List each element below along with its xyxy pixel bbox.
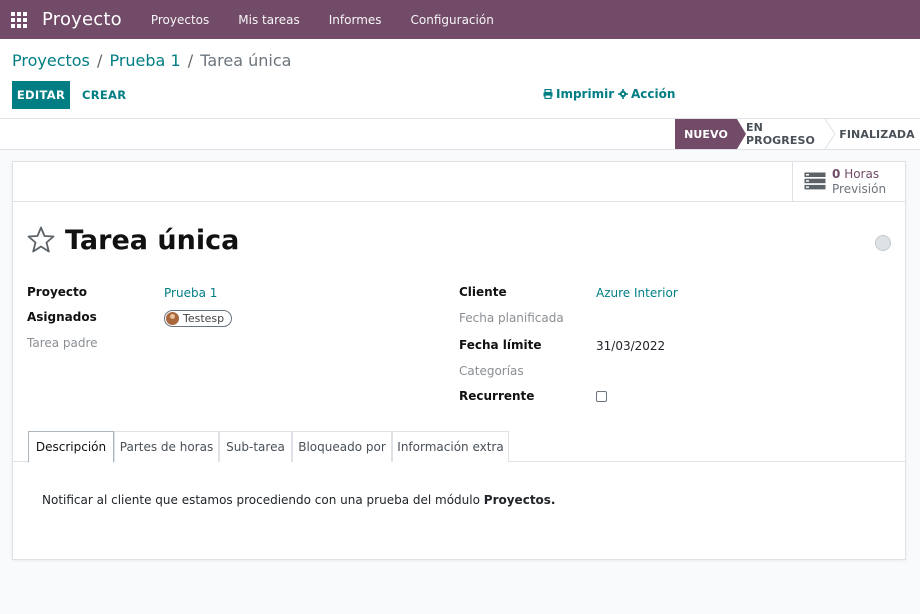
action-label: Acción [631, 87, 676, 101]
stage-arrow [737, 119, 746, 149]
customer-label: Cliente [459, 285, 507, 299]
stage-en-progreso[interactable]: EN PROGRESO [746, 119, 824, 149]
edit-button[interactable]: EDITAR [12, 81, 70, 109]
deadline-label: Fecha límite [459, 338, 542, 352]
app-brand[interactable]: Proyecto [42, 9, 122, 30]
description-text: Notificar al cliente que estamos procedi… [42, 493, 480, 507]
breadcrumb: Proyectos / Prueba 1 / Tarea única [12, 51, 291, 70]
tab-informacion-extra[interactable]: Información extra [392, 431, 509, 462]
recurrent-label: Recurrente [459, 389, 535, 403]
planned-hours-unit: Horas [844, 167, 880, 181]
breadcrumb-prueba-1[interactable]: Prueba 1 [109, 51, 180, 70]
stage-nuevo[interactable]: NUEVO [675, 119, 737, 149]
tab-bloqueado-por[interactable]: Bloqueado por [292, 431, 392, 462]
assignee-tag-label: Testesp [183, 312, 225, 325]
print-icon [543, 89, 553, 99]
breadcrumb-separator: / [96, 51, 103, 70]
recurrent-checkbox[interactable] [596, 391, 607, 402]
button-box: 0 Horas Previsión [13, 162, 905, 202]
print-button[interactable]: Imprimir [543, 87, 614, 101]
action-button[interactable]: Acción [618, 87, 675, 101]
form-sheet: 0 Horas Previsión Tarea única Proyecto P… [12, 161, 906, 560]
print-label: Imprimir [556, 87, 615, 101]
server-icon [804, 172, 826, 193]
menu-configuracion[interactable]: Configuración [411, 13, 494, 27]
project-field[interactable]: Prueba 1 [164, 286, 217, 300]
planned-hours-button[interactable]: 0 Horas Previsión [792, 162, 905, 202]
task-title[interactable]: Tarea única [65, 225, 239, 256]
stage-chevron-icon [824, 119, 836, 149]
apps-menu-icon[interactable] [0, 0, 38, 39]
project-label: Proyecto [27, 285, 88, 299]
assignees-label: Asignados [27, 310, 97, 324]
circle-status-icon[interactable] [875, 235, 891, 251]
status-bar: NUEVO EN PROGRESO FINALIZADA [0, 119, 920, 150]
planned-hours-value: 0 [832, 167, 841, 181]
tags-label: Categorías [459, 364, 524, 378]
menu-informes[interactable]: Informes [329, 13, 382, 27]
tab-partes-de-horas[interactable]: Partes de horas [114, 431, 219, 462]
control-panel: Proyectos / Prueba 1 / Tarea única EDITA… [0, 39, 920, 119]
parent-task-label: Tarea padre [27, 336, 98, 350]
description-bold-text: Proyectos. [483, 493, 556, 507]
tab-descripcion[interactable]: Descripción [28, 431, 114, 463]
top-navbar: Proyecto Proyectos Mis tareas Informes C… [0, 0, 920, 39]
deadline-field[interactable]: 31/03/2022 [596, 339, 665, 353]
stage-finalizada[interactable]: FINALIZADA [839, 119, 914, 149]
breadcrumb-current: Tarea única [200, 51, 292, 70]
breadcrumb-separator: / [187, 51, 194, 70]
customer-field[interactable]: Azure Interior [596, 286, 678, 300]
create-button[interactable]: CREAR [82, 81, 126, 109]
gear-icon [618, 89, 628, 99]
menu-proyectos[interactable]: Proyectos [151, 13, 209, 27]
menu-mis-tareas[interactable]: Mis tareas [238, 13, 299, 27]
planned-hours-label: Previsión [832, 182, 887, 196]
description-field[interactable]: Notificar al cliente que estamos procedi… [42, 493, 556, 507]
tab-sub-tarea[interactable]: Sub-tarea [219, 431, 292, 462]
breadcrumb-proyectos[interactable]: Proyectos [12, 51, 90, 70]
notebook-tabs: Descripción Partes de horas Sub-tarea Bl… [13, 431, 905, 463]
avatar [166, 312, 179, 325]
star-outline-icon[interactable] [27, 226, 55, 256]
assignee-tag[interactable]: Testesp [164, 310, 233, 327]
planned-date-label: Fecha planificada [459, 311, 564, 325]
title-row: Tarea única [27, 225, 239, 256]
